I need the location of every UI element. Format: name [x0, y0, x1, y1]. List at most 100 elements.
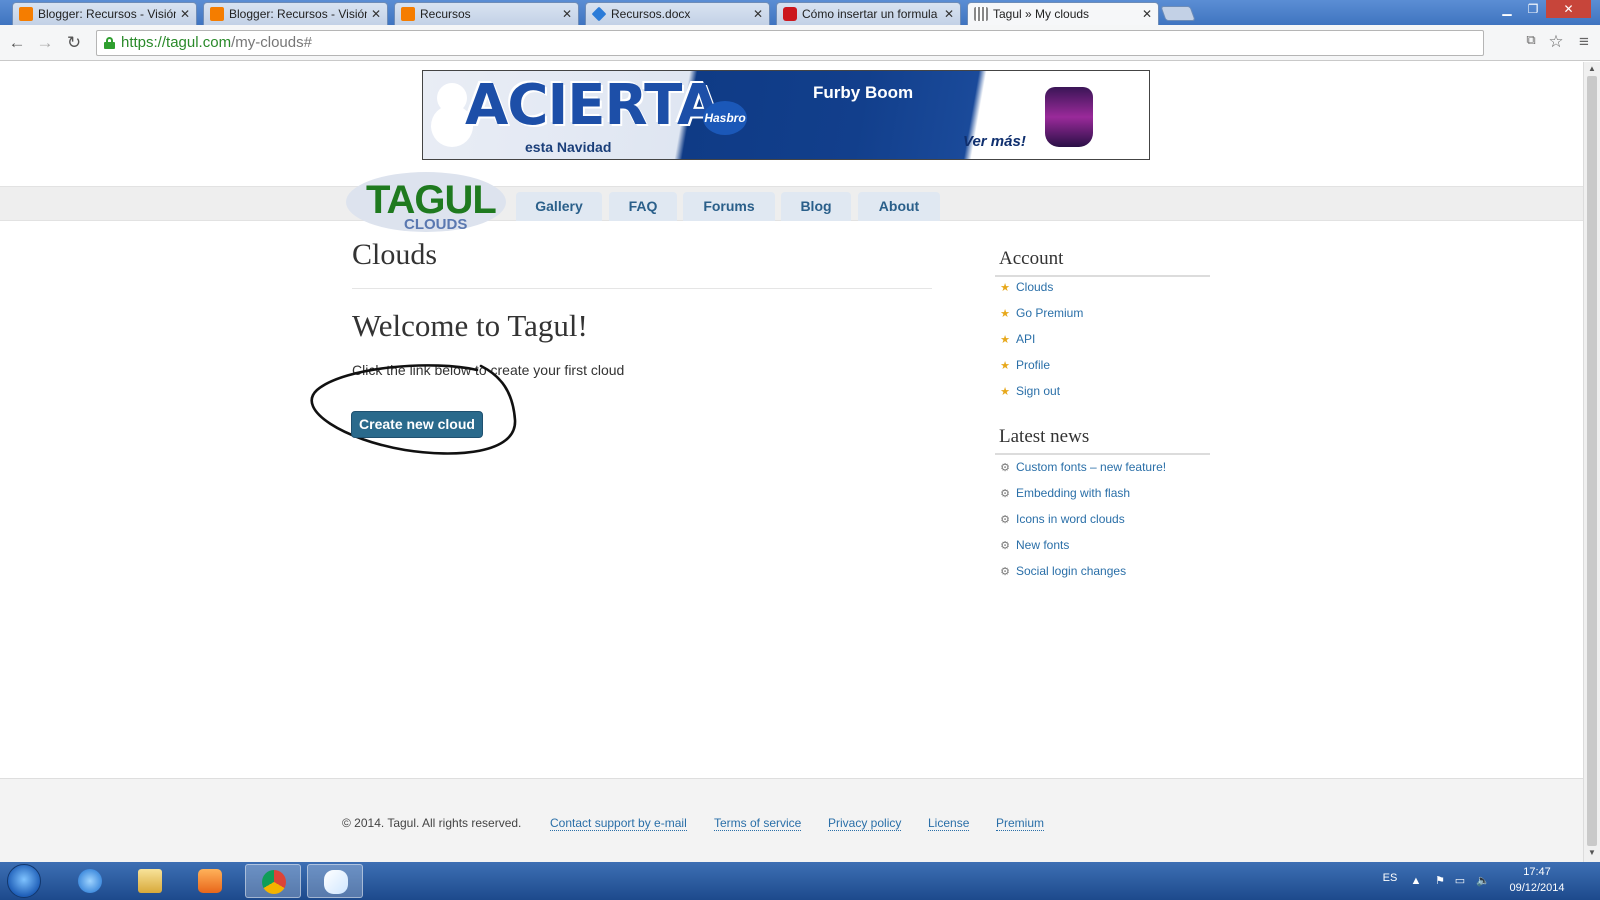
nav-tab-forums[interactable]: Forums	[683, 192, 775, 221]
gear-icon: ⚙	[1000, 461, 1010, 474]
news-link[interactable]: ⚙ New fonts	[999, 538, 1069, 552]
star-icon: ★	[1000, 307, 1010, 320]
tab-title: Recursos.docx	[611, 7, 691, 21]
translate-icon[interactable]: ⧉	[1520, 32, 1542, 48]
taskbar-app-paint[interactable]	[307, 864, 363, 898]
dropbox-icon	[591, 6, 607, 22]
footer-link-premium[interactable]: Premium	[996, 816, 1045, 831]
address-bar[interactable]: https://tagul.com/my-clouds#	[96, 30, 1484, 56]
ad-cta: Ver más!	[963, 133, 1026, 150]
footer-link-privacy[interactable]: Privacy policy	[828, 816, 902, 831]
back-arrow-icon[interactable]: ←	[6, 32, 28, 54]
close-icon[interactable]: ✕	[1142, 7, 1152, 21]
footer-link-contact-support[interactable]: Contact support by e-mail	[550, 816, 687, 831]
news-link[interactable]: ⚙ Embedding with flash	[999, 486, 1130, 500]
ad-subtitle: esta Navidad	[525, 139, 612, 155]
scroll-down-arrow-icon[interactable]: ▼	[1584, 848, 1600, 860]
nav-tab-blog[interactable]: Blog	[781, 192, 851, 221]
ad-brand-logo: Hasbro	[703, 101, 747, 135]
star-icon: ★	[1000, 385, 1010, 398]
nav-tab-gallery[interactable]: Gallery	[516, 192, 602, 221]
close-icon[interactable]: ✕	[371, 7, 381, 21]
taskbar-app-media-player[interactable]	[182, 864, 238, 898]
footer-link-license[interactable]: License	[928, 816, 970, 831]
close-icon[interactable]: ✕	[753, 7, 763, 21]
new-tab-button[interactable]	[1160, 6, 1196, 21]
browser-tab[interactable]: Recursos.docx ✕	[585, 2, 770, 25]
nav-tab-faq[interactable]: FAQ	[609, 192, 677, 221]
sidebar-link-clouds[interactable]: ★ Clouds	[999, 280, 1053, 294]
browser-tab-strip: Blogger: Recursos - Visión ✕ Blogger: Re…	[0, 0, 1600, 25]
snowman-image	[437, 83, 467, 113]
news-link[interactable]: ⚙ Social login changes	[999, 564, 1126, 578]
blogger-icon	[19, 7, 33, 21]
close-icon[interactable]: ✕	[562, 7, 572, 21]
sidebar-link-sign-out[interactable]: ★ Sign out	[999, 384, 1060, 398]
sidebar-link-profile[interactable]: ★ Profile	[999, 358, 1050, 372]
browser-toolbar: ← → ↻ https://tagul.com/my-clouds# ⧉ ☆ ≡	[0, 25, 1600, 61]
window-close-icon[interactable]: ✕	[1546, 0, 1591, 18]
news-link-label: Custom fonts – new feature!	[1016, 460, 1167, 474]
bookmark-star-icon[interactable]: ☆	[1545, 32, 1567, 52]
youtube-icon	[783, 7, 797, 21]
taskbar-app-internet-explorer[interactable]	[62, 864, 118, 898]
taskbar-app-file-explorer[interactable]	[122, 864, 178, 898]
tagul-logo[interactable]: TAGUL CLOUDS	[346, 170, 506, 234]
logo-subword: CLOUDS	[404, 216, 468, 233]
volume-muted-icon[interactable]: 🔈	[1476, 875, 1490, 887]
clock-time[interactable]: 17:47	[1502, 866, 1572, 878]
forward-arrow-icon[interactable]: →	[34, 32, 56, 54]
browser-tab[interactable]: Blogger: Recursos - Visión ✕	[203, 2, 388, 25]
menu-icon[interactable]: ≡	[1573, 32, 1595, 52]
sidebar-link-go-premium[interactable]: ★ Go Premium	[999, 306, 1083, 320]
news-link-label: Embedding with flash	[1016, 486, 1131, 500]
maximize-icon[interactable]: ❐	[1520, 0, 1546, 18]
tab-title: Recursos	[420, 7, 471, 21]
lock-icon	[104, 37, 115, 49]
scroll-thumb[interactable]	[1587, 76, 1597, 846]
chrome-icon	[262, 870, 286, 894]
reload-icon[interactable]: ↻	[63, 32, 85, 54]
tab-title: Cómo insertar un formula	[802, 7, 938, 21]
copyright-text: © 2014. Tagul. All rights reserved.	[342, 816, 522, 830]
gear-icon: ⚙	[1000, 487, 1010, 500]
browser-tab[interactable]: Cómo insertar un formula ✕	[776, 2, 961, 25]
nav-tab-about[interactable]: About	[858, 192, 940, 221]
blogger-icon	[210, 7, 224, 21]
news-link-label: Icons in word clouds	[1016, 512, 1125, 526]
vertical-scrollbar[interactable]: ▲ ▼	[1583, 62, 1600, 862]
url-scheme: https://	[121, 34, 167, 51]
browser-tab[interactable]: Blogger: Recursos - Visión ✕	[12, 2, 197, 25]
clock-date[interactable]: 09/12/2014	[1502, 882, 1572, 894]
language-indicator[interactable]: ES	[1380, 872, 1400, 884]
close-icon[interactable]: ✕	[180, 7, 190, 21]
star-icon: ★	[1000, 359, 1010, 372]
gear-icon: ⚙	[1000, 539, 1010, 552]
action-center-flag-icon[interactable]: ⚑	[1434, 875, 1446, 887]
show-hidden-icons-icon[interactable]: ▲	[1410, 875, 1422, 887]
footer-link-terms[interactable]: Terms of service	[714, 816, 802, 831]
sidebar-link-label: Sign out	[1016, 384, 1061, 398]
welcome-heading: Welcome to Tagul!	[352, 308, 588, 343]
page-footer: © 2014. Tagul. All rights reserved. Cont…	[0, 778, 1583, 862]
minimize-icon[interactable]: ▁	[1494, 0, 1520, 18]
page-title: Clouds	[352, 238, 438, 271]
close-icon[interactable]: ✕	[944, 7, 954, 21]
sidebar-link-label: Clouds	[1016, 280, 1054, 294]
start-button-icon[interactable]	[7, 864, 41, 898]
news-link[interactable]: ⚙ Icons in word clouds	[999, 512, 1125, 526]
taskbar-app-chrome[interactable]	[245, 864, 301, 898]
account-heading: Account	[999, 248, 1064, 269]
news-link[interactable]: ⚙ Custom fonts – new feature!	[999, 460, 1166, 474]
scroll-up-arrow-icon[interactable]: ▲	[1584, 64, 1600, 76]
browser-tab[interactable]: Recursos ✕	[394, 2, 579, 25]
star-icon: ★	[1000, 333, 1010, 346]
tab-title: Blogger: Recursos - Visión	[38, 7, 176, 21]
network-icon[interactable]: ▭	[1454, 875, 1466, 887]
browser-tab-active[interactable]: Tagul » My clouds ✕	[967, 2, 1159, 25]
sidebar-link-api[interactable]: ★ API	[999, 332, 1035, 346]
create-new-cloud-button[interactable]: Create new cloud	[351, 411, 483, 438]
divider	[995, 453, 1210, 455]
paint-icon	[324, 870, 348, 894]
ad-banner[interactable]: ACIERTA esta Navidad Hasbro Furby Boom V…	[422, 70, 1150, 160]
